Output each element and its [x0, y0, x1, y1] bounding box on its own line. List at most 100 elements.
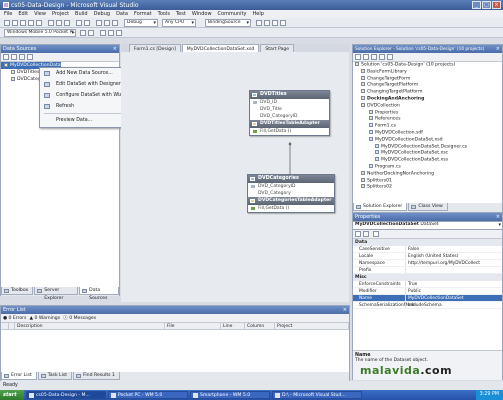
- close-icon[interactable]: ×: [496, 213, 500, 221]
- find-icon[interactable]: [256, 20, 262, 26]
- dataset-designer-surface[interactable]: DVDTitles DVD_ID DVD_Title DVD_CategoryI…: [121, 52, 349, 302]
- menu-debug[interactable]: Debug: [94, 11, 110, 17]
- property-row[interactable]: EnforceConstraints True: [353, 281, 502, 288]
- platform-combo[interactable]: Any CPU: [162, 19, 196, 27]
- configure-dataset-icon[interactable]: [19, 54, 25, 60]
- menu-build[interactable]: Build: [75, 11, 88, 17]
- property-row-selected[interactable]: Name MyDVDCollectionDataSet: [353, 295, 502, 302]
- system-clock[interactable]: 3:29 PM: [475, 390, 503, 400]
- close-icon[interactable]: ×: [343, 306, 347, 314]
- property-row[interactable]: Prefix: [353, 267, 502, 274]
- menu-data[interactable]: Data: [116, 11, 128, 17]
- column-header[interactable]: [1, 323, 9, 329]
- tree-item-project[interactable]: DVDCollection: [353, 102, 502, 110]
- menu-file[interactable]: File: [4, 11, 12, 17]
- cut-icon[interactable]: [48, 20, 54, 26]
- align-center-icon[interactable]: [108, 30, 114, 36]
- property-pages-icon[interactable]: [373, 231, 379, 237]
- add-item-icon[interactable]: [12, 20, 18, 26]
- property-category-data[interactable]: Data: [353, 239, 502, 246]
- property-row[interactable]: Modifier Public: [353, 288, 502, 295]
- column-row[interactable]: DVD_Category: [248, 190, 334, 197]
- column-row[interactable]: DVD_Title: [250, 106, 329, 113]
- property-category-misc[interactable]: Misc: [353, 274, 502, 281]
- property-row[interactable]: Locale English (United States): [353, 253, 502, 260]
- toolbox-icon[interactable]: [280, 20, 286, 26]
- minimize-button[interactable]: _: [472, 1, 481, 9]
- property-value[interactable]: http://tempuri.org/MyDVDCollect: [405, 260, 502, 266]
- copy-icon[interactable]: [56, 20, 62, 26]
- query-row[interactable]: Fill,GetData (): [248, 205, 334, 212]
- tab-toolbox[interactable]: Toolbox: [1, 287, 34, 295]
- table-adapter-header[interactable]: DVDTitlesTableAdapter: [250, 120, 329, 128]
- tab-solution-explorer[interactable]: Solution Explorer: [353, 203, 408, 211]
- taskbar-item-smartphone[interactable]: Smartphone - WM 5.0: [190, 391, 270, 399]
- property-value[interactable]: True: [405, 281, 502, 287]
- tree-item-folder[interactable]: Properties: [353, 109, 502, 117]
- dvdcategories-table[interactable]: DVDCategories DVD_CategoryID DVD_Categor…: [247, 174, 335, 213]
- open-file-icon[interactable]: [20, 20, 26, 26]
- undo-icon[interactable]: [76, 20, 82, 26]
- dvdtitles-table[interactable]: DVDTitles DVD_ID DVD_Title DVD_CategoryI…: [249, 90, 330, 136]
- property-value[interactable]: English (United States): [405, 253, 502, 259]
- taskbar-item-pocket-pc[interactable]: Pocket PC - WM 5.0: [108, 391, 188, 399]
- property-value[interactable]: False: [405, 246, 502, 252]
- tree-item-file[interactable]: Program.cs: [353, 163, 502, 171]
- tab-task-list[interactable]: Task List: [37, 372, 73, 380]
- navigate-forward-icon[interactable]: [104, 20, 110, 26]
- property-row[interactable]: SchemaSerializationMode IncludeSchema: [353, 302, 502, 309]
- tree-item-project[interactable]: ChangingTargetPlatform: [353, 89, 502, 96]
- device-options-icon[interactable]: [88, 30, 94, 36]
- tree-item-project[interactable]: BasicFormLibrary: [353, 68, 502, 76]
- relation-connector[interactable]: [281, 142, 301, 174]
- menu-community[interactable]: Community: [218, 11, 247, 17]
- menu-view[interactable]: View: [34, 11, 46, 17]
- tree-item-project[interactable]: Splitters01: [353, 177, 502, 185]
- redo-icon[interactable]: [84, 20, 90, 26]
- properties-icon[interactable]: [272, 20, 278, 26]
- query-row[interactable]: Fill,GetData (): [250, 128, 329, 135]
- tree-item-file[interactable]: MyDVDCollectionDataSet.xsd: [353, 136, 502, 144]
- categorized-icon[interactable]: [355, 231, 361, 237]
- menu-help[interactable]: Help: [253, 11, 264, 17]
- tree-item-file[interactable]: Form1.cs: [353, 123, 502, 130]
- property-row[interactable]: CaseSensitive False: [353, 246, 502, 253]
- refresh-icon[interactable]: [371, 54, 377, 60]
- properties-object-selector[interactable]: MyDVDCollectionDataSet DataSet: [353, 221, 502, 230]
- properties-icon[interactable]: [355, 54, 361, 60]
- tree-item-solution[interactable]: Solution 'cs05-Data-Design' (10 projects…: [353, 62, 502, 69]
- tree-item-project[interactable]: ChangeTargetPlatform: [353, 82, 502, 89]
- paste-icon[interactable]: [64, 20, 70, 26]
- tab-class-view[interactable]: Class View: [408, 203, 448, 211]
- show-all-files-icon[interactable]: [363, 54, 369, 60]
- edit-dataset-icon[interactable]: [11, 54, 17, 60]
- column-header[interactable]: File: [165, 323, 221, 329]
- menu-tools[interactable]: Tools: [158, 11, 170, 17]
- tab-find-results[interactable]: Find Results 1: [73, 372, 120, 380]
- tree-item-file[interactable]: MyDVDCollection.sdf: [353, 129, 502, 137]
- menu-edit[interactable]: Edit: [18, 11, 28, 17]
- configuration-combo[interactable]: Debug: [124, 19, 158, 27]
- align-right-icon[interactable]: [116, 30, 122, 36]
- property-value[interactable]: Public: [405, 288, 502, 294]
- navigate-back-icon[interactable]: [96, 20, 102, 26]
- table-adapter-header[interactable]: DVDCategoriesTableAdapter: [248, 197, 334, 205]
- menu-project[interactable]: Project: [52, 11, 69, 17]
- property-row[interactable]: Namespace http://tempuri.org/MyDVDCollect: [353, 260, 502, 267]
- menu-format[interactable]: Format: [134, 11, 152, 17]
- column-row[interactable]: DVD_CategoryID: [248, 183, 334, 190]
- tab-server-explorer[interactable]: Server Explorer: [34, 287, 79, 301]
- taskbar-item-visual-studio[interactable]: cs05-Data-Design - M...: [26, 391, 106, 399]
- property-value[interactable]: MyDVDCollectionDataSet: [405, 295, 502, 301]
- property-value[interactable]: IncludeSchema: [405, 302, 502, 308]
- tab-data-sources[interactable]: Data Sources: [79, 287, 119, 301]
- table-header[interactable]: DVDCategories: [248, 175, 334, 183]
- column-header[interactable]: Line: [221, 323, 245, 329]
- column-row[interactable]: DVD_CategoryID: [250, 113, 329, 120]
- tree-item-project[interactable]: DockingAndAnchoring: [353, 95, 502, 103]
- close-icon[interactable]: ×: [113, 45, 117, 53]
- tree-item-project[interactable]: Splitters02: [353, 184, 502, 191]
- column-header[interactable]: Project: [275, 323, 349, 329]
- tree-item-file[interactable]: MyDVDCollectionDataSet.xss: [353, 157, 502, 164]
- save-all-icon[interactable]: [36, 20, 42, 26]
